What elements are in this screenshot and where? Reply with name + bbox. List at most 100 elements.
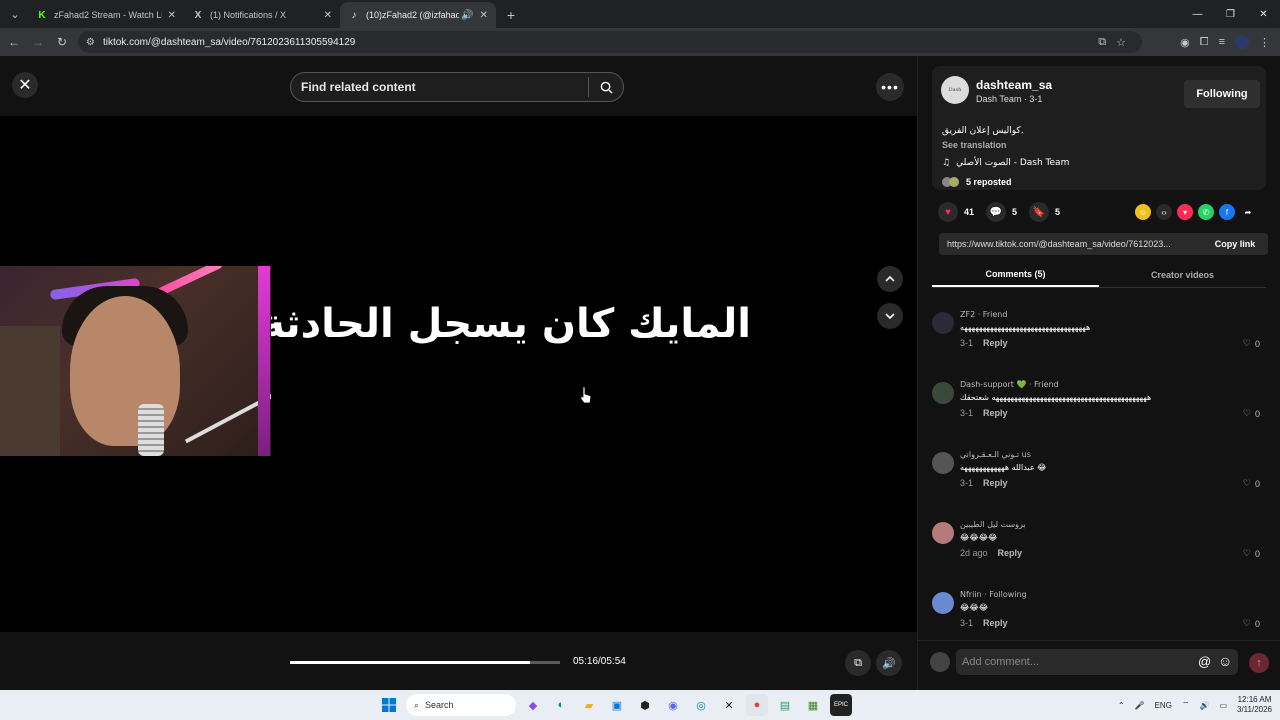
microphone-icon[interactable]: 🎤 <box>1135 701 1145 710</box>
tab-creator-videos[interactable]: Creator videos <box>1099 262 1266 287</box>
reading-list-icon[interactable]: ≡ <box>1219 36 1225 48</box>
discord-icon[interactable]: ◉ <box>662 694 684 716</box>
close-window-icon[interactable]: ✕ <box>1247 0 1280 28</box>
like-button[interactable]: ♥ 41 <box>938 202 974 222</box>
commenter-avatar[interactable] <box>932 452 954 474</box>
taskbar-search[interactable]: ⌕ Search <box>406 694 516 716</box>
site-info-icon[interactable]: ⚙ <box>86 37 95 48</box>
tab-comments[interactable]: Comments (5) <box>932 262 1099 287</box>
reposted-info[interactable]: 5 reposted <box>942 177 1012 187</box>
windows-start-icon[interactable] <box>378 694 400 716</box>
commenter-avatar[interactable] <box>932 522 954 544</box>
reload-icon[interactable]: ↻ <box>50 30 74 54</box>
comment-input[interactable] <box>956 649 1238 675</box>
terminal-icon[interactable]: ▤ <box>774 694 796 716</box>
reply-button[interactable]: Reply <box>983 338 1008 348</box>
previous-video-button[interactable] <box>877 266 903 292</box>
show-hidden-icons-icon[interactable]: ⌃ <box>1118 701 1125 710</box>
floating-player-button[interactable]: ⧉ <box>845 650 871 676</box>
chevron-down-icon <box>885 313 895 320</box>
more-options-button[interactable]: ••• <box>876 73 904 101</box>
profile-avatar[interactable] <box>1235 35 1249 49</box>
next-video-button[interactable] <box>877 303 903 329</box>
comment-like-button[interactable]: ♡ 0 <box>1243 408 1260 419</box>
tab-tiktok[interactable]: ♪ (10)zFahad2 (@izfahad2) | T 🔊 ✕ <box>340 2 496 28</box>
comment-like-button[interactable]: ♡ 0 <box>1243 548 1260 559</box>
copy-link-button[interactable]: Copy link <box>1202 233 1268 255</box>
url-field[interactable]: ⚙ tiktok.com/@dashteam_sa/video/76120236… <box>78 31 1142 53</box>
bookmark-star-icon[interactable]: ☆ <box>1116 36 1126 49</box>
chrome-icon[interactable]: ● <box>746 694 768 716</box>
search-input[interactable] <box>291 80 588 94</box>
volume-button[interactable]: 🔊 <box>876 650 902 676</box>
creator-username[interactable]: dashteam_sa <box>976 78 1052 92</box>
minimize-icon[interactable]: — <box>1181 0 1214 28</box>
commenter-name[interactable]: تـوني الـعـقـرواني us <box>960 450 1031 459</box>
commenter-avatar[interactable] <box>932 592 954 614</box>
close-tab-icon[interactable]: ✕ <box>168 10 176 21</box>
embed-icon[interactable]: ‹› <box>1156 204 1172 220</box>
minecraft-icon[interactable]: ▦ <box>802 694 824 716</box>
edge-icon[interactable]: ◐ <box>550 694 572 716</box>
app-icon[interactable]: ⬢ <box>634 694 656 716</box>
reply-button[interactable]: Reply <box>998 548 1023 558</box>
friends-share-icon[interactable]: ☺ <box>1135 204 1151 220</box>
comment-like-button[interactable]: ♡ 0 <box>1243 478 1260 489</box>
mention-icon[interactable]: @ <box>1198 654 1211 669</box>
comment-button[interactable]: 💬 5 <box>986 202 1017 222</box>
commenter-name[interactable]: ZF2 · Friend <box>960 310 1007 319</box>
file-explorer-icon[interactable]: ▰ <box>578 694 600 716</box>
forward-icon[interactable]: → <box>26 30 50 54</box>
creator-avatar[interactable]: Dash <box>941 76 969 104</box>
commenter-name[interactable]: بروست ليل الطيبين <box>960 520 1026 529</box>
install-app-icon[interactable]: ⧉ <box>1098 36 1106 49</box>
emoji-icon[interactable]: ☺ <box>1218 653 1232 669</box>
taskbar-clock[interactable]: 12:16 AM 3/11/2026 <box>1237 695 1272 715</box>
save-button[interactable]: 🔖 5 <box>1029 202 1060 222</box>
messenger-icon[interactable]: ◎ <box>690 694 712 716</box>
reply-button[interactable]: Reply <box>983 408 1008 418</box>
epic-games-icon[interactable]: EPIC <box>830 694 852 716</box>
progress-bar[interactable] <box>290 661 560 664</box>
commenter-avatar[interactable] <box>932 312 954 334</box>
tab-audio-icon[interactable]: 🔊 <box>461 10 473 21</box>
commenter-name[interactable]: Nfriin · Following <box>960 590 1027 599</box>
commenter-avatar[interactable] <box>932 382 954 404</box>
extension-icon[interactable]: ◉ <box>1180 36 1190 49</box>
network-icon[interactable]: ⌔ <box>1182 700 1190 710</box>
music-link[interactable]: ♫ الصوت الأصلي - Dash Team <box>942 158 1069 168</box>
whatsapp-icon[interactable]: ✆ <box>1198 204 1214 220</box>
battery-icon[interactable]: ▭ <box>1219 701 1227 710</box>
send-comment-button[interactable]: ↑ <box>1249 653 1269 673</box>
share-arrow-icon[interactable]: ➦ <box>1240 204 1256 220</box>
close-tab-icon[interactable]: ✕ <box>480 10 488 21</box>
music-title: الصوت الأصلي - Dash Team <box>956 158 1070 168</box>
close-video-button[interactable]: ✕ <box>12 72 38 98</box>
volume-icon[interactable]: 🔊 <box>1199 701 1209 710</box>
send-icon[interactable]: ▾ <box>1177 204 1193 220</box>
store-icon[interactable]: ▣ <box>606 694 628 716</box>
tab-kick-stream[interactable]: K zFahad2 Stream - Watch Live on ✕ <box>28 2 184 28</box>
comment-like-button[interactable]: ♡ 0 <box>1243 338 1260 349</box>
xbox-icon[interactable]: ✕ <box>718 694 740 716</box>
commenter-name[interactable]: Dash-support 💚 · Friend <box>960 380 1059 389</box>
search-button[interactable] <box>589 81 623 94</box>
comment-like-button[interactable]: ♡ 0 <box>1243 618 1260 629</box>
see-translation-link[interactable]: See translation <box>942 140 1007 150</box>
facebook-icon[interactable]: f <box>1219 204 1235 220</box>
reply-button[interactable]: Reply <box>983 478 1008 488</box>
chrome-menu-icon[interactable]: ⋮ <box>1259 36 1270 49</box>
copilot-icon[interactable]: ◆ <box>522 694 544 716</box>
restore-icon[interactable]: ❐ <box>1214 0 1247 28</box>
close-tab-icon[interactable]: ✕ <box>324 10 332 21</box>
extensions-puzzle-icon[interactable]: ⧠ <box>1200 36 1209 49</box>
video-link-field[interactable]: https://www.tiktok.com/@dashteam_sa/vide… <box>939 233 1205 255</box>
back-icon[interactable]: ← <box>2 30 26 54</box>
video-player[interactable]: المايك كان يسجل الحادثة كـ <box>0 116 917 632</box>
new-tab-icon[interactable]: + <box>500 4 522 26</box>
tab-x-notifications[interactable]: X (1) Notifications / X ✕ <box>184 2 340 28</box>
reply-button[interactable]: Reply <box>983 618 1008 628</box>
tab-search-menu-icon[interactable]: ⌄ <box>4 3 26 25</box>
following-button[interactable]: Following <box>1184 80 1260 108</box>
language-indicator[interactable]: ENG <box>1155 701 1172 710</box>
